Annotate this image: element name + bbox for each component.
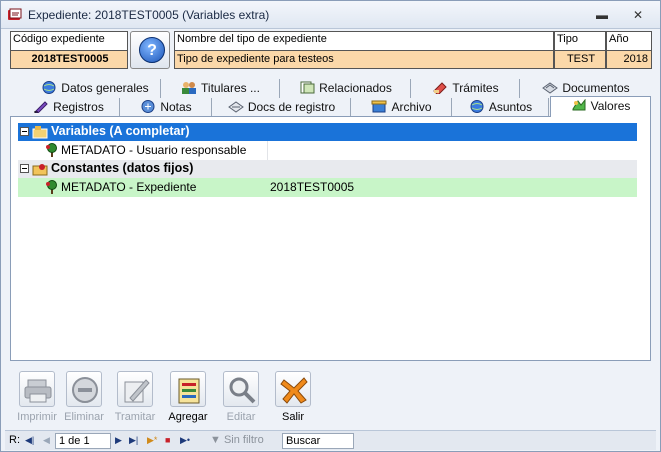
tramitar-button[interactable]: Tramitar	[108, 371, 162, 423]
tree-item-label: METADATO - Expediente	[61, 180, 197, 194]
help-icon: ?	[139, 37, 165, 63]
archive-icon	[371, 100, 387, 113]
codigo-label: Código expediente	[13, 33, 105, 45]
first-record-icon[interactable]: ◀|	[25, 435, 34, 446]
tab-control: Datos generales Titulares ... Relacionad…	[10, 77, 651, 361]
nombre-label: Nombre del tipo de expediente	[177, 33, 327, 45]
codigo-expediente-field: Código expediente 2018TEST0005	[10, 31, 128, 69]
tab-relacionados[interactable]: Relacionados	[281, 79, 411, 98]
add-icon	[178, 378, 200, 404]
imprimir-button[interactable]: Imprimir	[10, 371, 64, 423]
anio-value: 2018	[607, 50, 651, 68]
tipo-value: TEST	[555, 50, 605, 68]
tab-tramites[interactable]: Trámites	[412, 79, 520, 98]
close-button[interactable]: ✕	[625, 5, 651, 25]
globe-icon	[42, 81, 56, 94]
collapse-toggle-icon[interactable]	[20, 127, 29, 136]
page-indicator[interactable]: 1 de 1	[55, 433, 111, 449]
tab-datos-generales[interactable]: Datos generales	[30, 79, 161, 98]
expediente-header: Código expediente 2018TEST0005 ? Nombre …	[10, 31, 652, 69]
goto-end-icon[interactable]: ▶•	[180, 435, 190, 446]
globe-icon	[470, 100, 484, 113]
pen-icon	[34, 101, 48, 113]
tree-group-variables[interactable]: Variables (A completar)	[18, 123, 637, 141]
metadata-tree-icon	[46, 180, 57, 194]
editar-button[interactable]: Editar	[214, 371, 268, 423]
expediente-window: Expediente: 2018TEST0005 (Variables extr…	[0, 0, 661, 452]
tipo-label: Tipo	[557, 33, 578, 45]
search-input[interactable]: Buscar	[282, 433, 354, 449]
action-toolbar: Imprimir Eliminar Tramitar Agregar Edita…	[10, 365, 652, 427]
prev-record-icon[interactable]: ◀	[43, 435, 50, 446]
tab-asuntos[interactable]: Asuntos	[453, 98, 549, 117]
tab-archivo[interactable]: Archivo	[352, 98, 452, 117]
anio-field: Año 2018	[606, 31, 652, 69]
tree-item-label: METADATO - Usuario responsable	[61, 143, 247, 157]
help-button[interactable]: ?	[130, 31, 170, 69]
new-record-icon[interactable]: ▶*	[147, 435, 157, 446]
printer-icon	[24, 379, 52, 403]
delete-record-icon[interactable]: ■	[165, 435, 170, 445]
tab-notas[interactable]: Notas	[121, 98, 212, 117]
exit-icon	[280, 377, 308, 404]
tree-item-value: 2018TEST0005	[270, 180, 355, 194]
related-docs-icon	[300, 81, 315, 94]
record-prefix: R:	[9, 434, 20, 446]
variables-folder-icon	[32, 126, 48, 139]
salir-button[interactable]: Salir	[266, 371, 320, 423]
tramites-icon	[433, 82, 448, 94]
values-tree: Variables (A completar) METADATO - Usuar…	[18, 123, 637, 197]
documents-icon	[542, 82, 559, 94]
tipo-field: Tipo TEST	[554, 31, 606, 69]
last-record-icon[interactable]: ▶|	[129, 435, 138, 446]
window-title: Expediente: 2018TEST0005 (Variables extr…	[28, 8, 270, 22]
tree-item-usuario-responsable[interactable]: METADATO - Usuario responsable	[18, 141, 637, 160]
valores-panel: Variables (A completar) METADATO - Usuar…	[10, 116, 651, 361]
nombre-value: Tipo de expediente para testeos	[175, 50, 553, 68]
tree-group-label: Constantes (datos fijos)	[51, 161, 194, 175]
tab-valores[interactable]: Valores	[550, 96, 651, 117]
tab-docs-de-registro[interactable]: Docs de registro	[213, 98, 351, 117]
status-bar: R: ◀| ◀ 1 de 1 ▶ ▶| ▶* ■ ▶• ▼ Sin filtro…	[5, 430, 656, 450]
column-separator	[267, 141, 268, 160]
users-icon	[182, 82, 197, 94]
app-icon	[8, 8, 22, 20]
filter-icon: ▼	[210, 434, 224, 446]
tree-group-label: Variables (A completar)	[51, 124, 190, 138]
values-icon	[572, 99, 586, 111]
codigo-value: 2018TEST0005	[11, 50, 127, 68]
title-bar: Expediente: 2018TEST0005 (Variables extr…	[1, 1, 660, 29]
agregar-button[interactable]: Agregar	[161, 371, 215, 423]
anio-label: Año	[609, 33, 629, 45]
tree-item-expediente[interactable]: METADATO - Expediente 2018TEST0005	[18, 178, 637, 197]
next-record-icon[interactable]: ▶	[115, 435, 122, 446]
edit-icon	[229, 377, 256, 404]
minimize-button[interactable]: ▬	[589, 5, 615, 25]
process-icon	[124, 379, 150, 403]
tab-titulares[interactable]: Titulares ...	[162, 79, 280, 98]
collapse-toggle-icon[interactable]	[20, 164, 29, 173]
metadata-tree-icon	[46, 143, 57, 157]
tree-group-constantes[interactable]: Constantes (datos fijos)	[18, 160, 637, 178]
filter-status[interactable]: ▼ Sin filtro	[210, 434, 264, 446]
notes-icon	[141, 100, 155, 113]
eliminar-button[interactable]: Eliminar	[57, 371, 111, 423]
delete-icon	[72, 377, 98, 403]
nombre-tipo-field: Nombre del tipo de expediente Tipo de ex…	[174, 31, 554, 69]
tab-registros[interactable]: Registros	[18, 98, 120, 117]
register-docs-icon	[227, 101, 244, 113]
constants-folder-icon	[32, 164, 48, 176]
